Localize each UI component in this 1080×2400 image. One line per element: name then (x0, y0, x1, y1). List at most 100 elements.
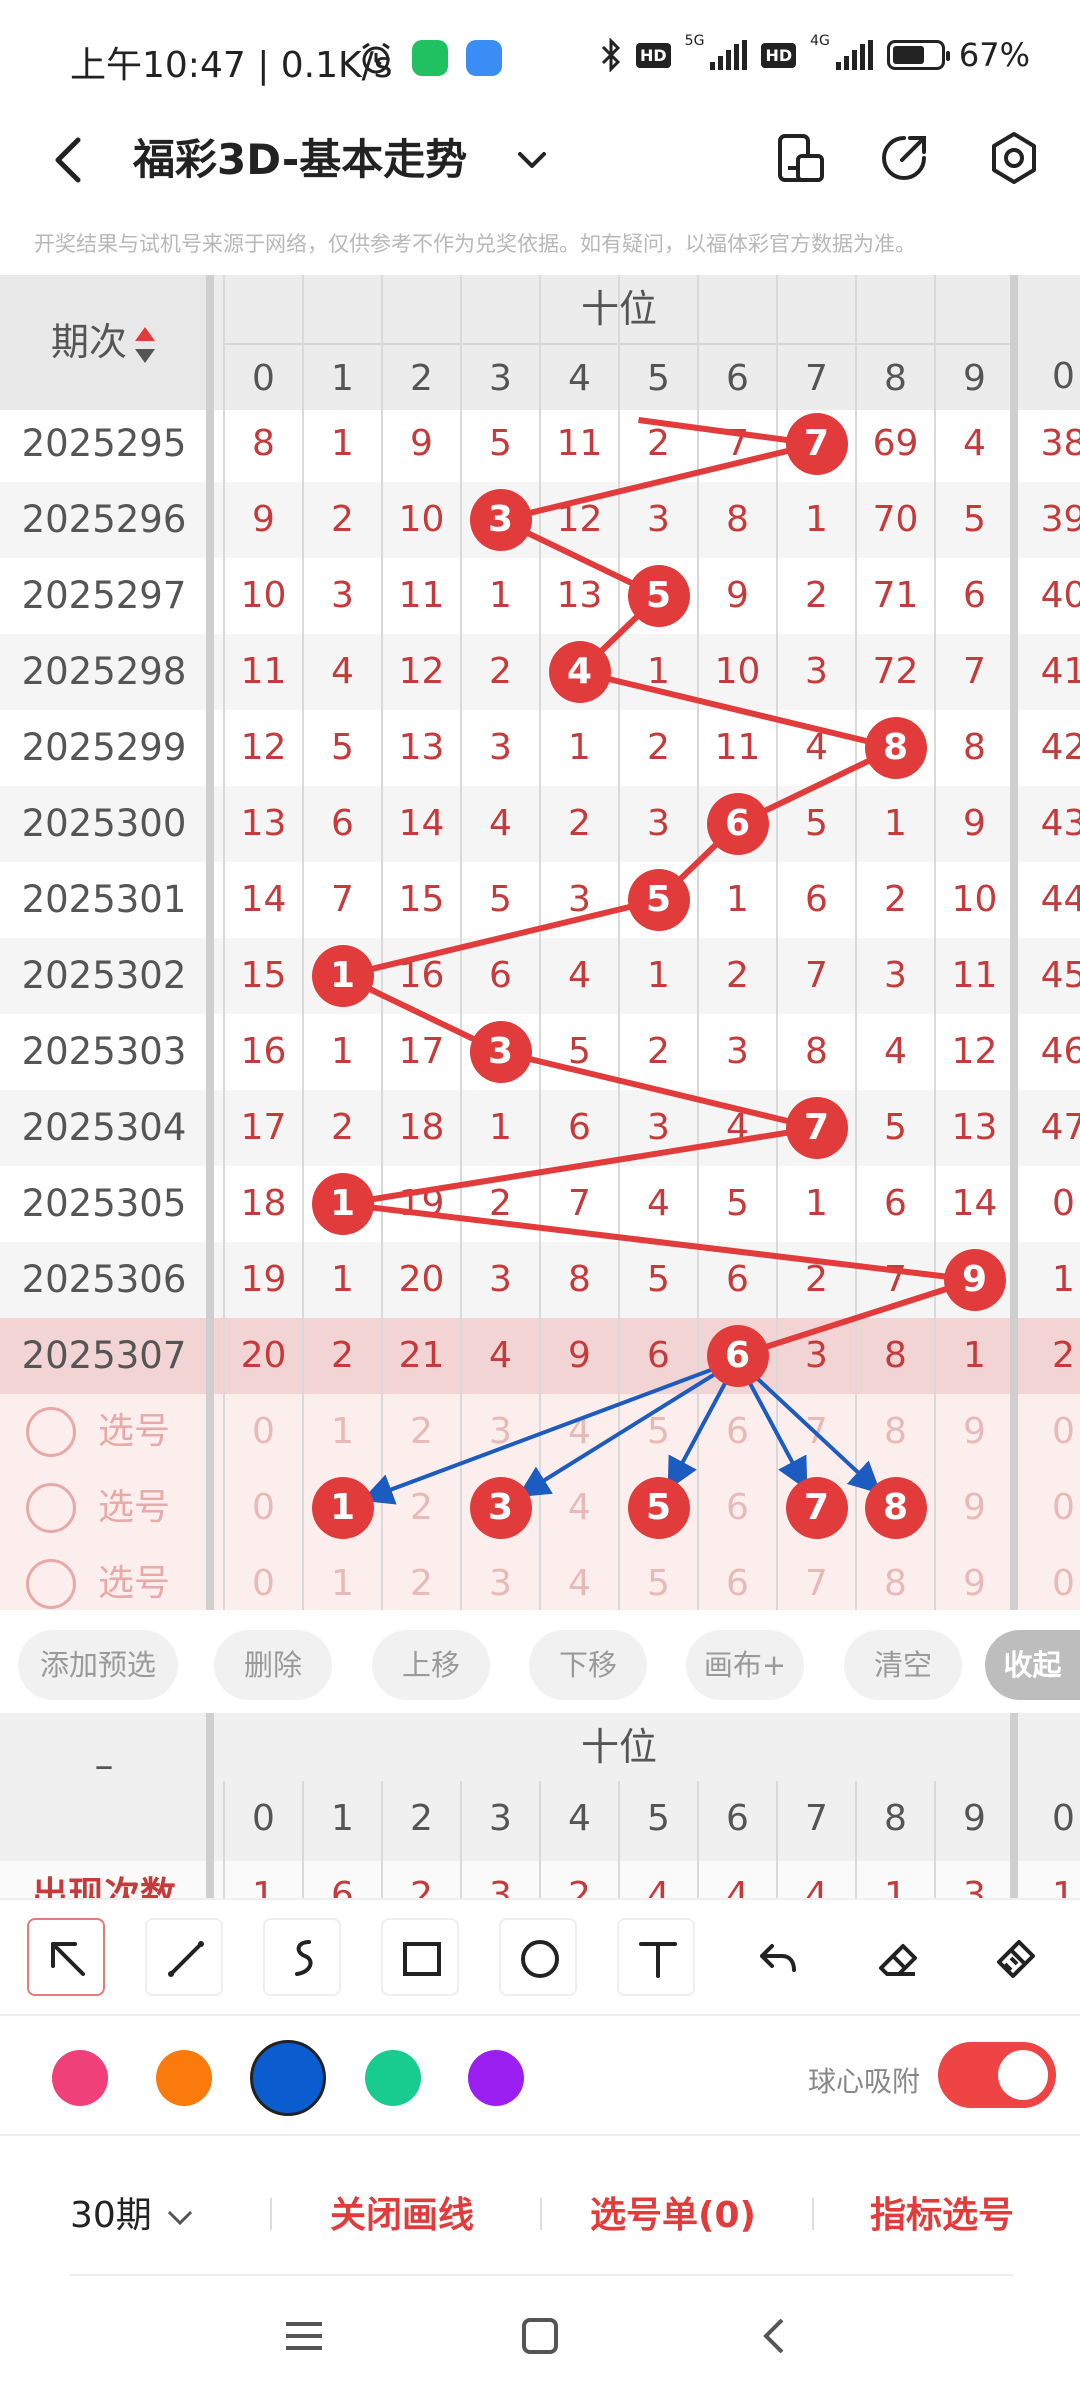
pick-digit[interactable]: 8 (856, 1546, 935, 1610)
text-icon[interactable] (617, 1918, 695, 1996)
picked-ball[interactable]: 5 (627, 1477, 690, 1539)
action-chip[interactable]: 删除 (214, 1630, 332, 1700)
action-chip[interactable]: 画布+ (686, 1630, 804, 1700)
color-swatch-purple[interactable] (468, 2050, 524, 2106)
chevron-down-icon[interactable] (510, 138, 554, 182)
pick-digit[interactable]: 4 (540, 1470, 619, 1546)
pick-digit-next[interactable]: 0 (1024, 1546, 1080, 1610)
pick-digit[interactable]: 7 (777, 1546, 856, 1610)
settings-icon[interactable] (984, 128, 1044, 188)
drawn-ball[interactable]: 5 (627, 869, 690, 931)
drawn-ball[interactable]: 3 (469, 489, 532, 551)
pick-digit[interactable]: 0 (224, 1546, 303, 1610)
drawn-ball[interactable]: 3 (469, 1021, 532, 1083)
drawn-ball[interactable]: 1 (311, 1173, 374, 1235)
miss-count-next: 0 (1052, 1183, 1075, 1224)
appearance-count: 4 (726, 1875, 749, 1898)
frozen-column-separator (206, 275, 214, 1610)
snap-toggle[interactable] (938, 2042, 1056, 2108)
grid-line (460, 275, 462, 1610)
period-selector[interactable]: 30期 (70, 2186, 197, 2238)
undo-icon[interactable] (738, 1918, 816, 1996)
pick-digit[interactable]: 9 (935, 1470, 1014, 1546)
pick-digit[interactable]: 5 (619, 1546, 698, 1610)
pick-digit[interactable]: 8 (856, 1394, 935, 1470)
pick-digit[interactable]: 2 (382, 1394, 461, 1470)
action-chip[interactable]: 下移 (529, 1630, 647, 1700)
share-icon[interactable] (874, 128, 934, 188)
pick-digit[interactable]: 2 (382, 1470, 461, 1546)
picked-ball[interactable]: 8 (864, 1477, 927, 1539)
pick-digit-next[interactable]: 0 (1024, 1394, 1080, 1470)
pick-digit[interactable]: 0 (224, 1470, 303, 1546)
issue-header[interactable]: 期次 (0, 275, 208, 410)
color-swatch-pink[interactable] (52, 2050, 108, 2106)
action-chip[interactable]: 清空 (844, 1630, 962, 1700)
cursor-arrow-icon[interactable] (27, 1918, 105, 1996)
pick-digit[interactable]: 3 (461, 1394, 540, 1470)
pick-digit-next[interactable]: 0 (1024, 1470, 1080, 1546)
miss-count: 13 (240, 803, 287, 844)
pick-digit[interactable]: 9 (935, 1546, 1014, 1610)
drawn-ball[interactable]: 7 (785, 1097, 848, 1159)
eraser-icon[interactable] (857, 1918, 935, 1996)
action-chip[interactable]: 添加预选 (18, 1630, 178, 1700)
circle-icon[interactable] (499, 1918, 577, 1996)
picked-ball[interactable]: 3 (469, 1477, 532, 1539)
picked-ball[interactable]: 1 (311, 1477, 374, 1539)
drawn-ball[interactable]: 6 (706, 793, 769, 855)
miss-count: 3 (489, 727, 512, 768)
freehand-icon[interactable] (263, 1918, 341, 1996)
stats-table: – 十位 0 1 2 3 4 5 6 7 8 9 0 出现次数 1 6 2 3 2 4 4 4 1 3 1 (0, 1713, 1080, 1898)
drawn-ball[interactable]: 4 (548, 641, 611, 703)
miss-count: 7 (568, 1183, 591, 1224)
pick-digit[interactable]: 4 (540, 1546, 619, 1610)
portrait-icon[interactable] (770, 128, 830, 188)
picked-ball[interactable]: 7 (785, 1477, 848, 1539)
drawn-ball[interactable]: 1 (311, 945, 374, 1007)
miss-count: 2 (489, 1183, 512, 1224)
rectangle-icon[interactable] (381, 1918, 459, 1996)
appearance-count: 1 (884, 1875, 907, 1898)
trend-chart[interactable]: 期次 十位 0 1 2 3 4 5 6 7 8 9 0 2025295 8 1 9 5 11 2 7 69 4 38 20252… (0, 275, 1080, 1610)
pick-list-button[interactable]: 选号单(0) (590, 2186, 756, 2238)
pick-checkbox[interactable] (26, 1559, 76, 1609)
pick-digit[interactable]: 4 (540, 1394, 619, 1470)
pick-checkbox[interactable] (26, 1483, 76, 1533)
pick-digit[interactable]: 9 (935, 1394, 1014, 1470)
pick-digit[interactable]: 7 (777, 1394, 856, 1470)
drawn-ball[interactable]: 9 (943, 1249, 1006, 1311)
clear-all-icon[interactable] (975, 1918, 1053, 1996)
drawn-ball[interactable]: 6 (706, 1325, 769, 1387)
action-chip[interactable]: 上移 (372, 1630, 490, 1700)
color-swatch-green[interactable] (365, 2050, 421, 2106)
back-icon[interactable] (40, 130, 100, 190)
miss-count-next: 1 (1052, 1259, 1075, 1300)
collapse-button[interactable]: 收起 (985, 1630, 1080, 1700)
pick-digit[interactable]: 6 (698, 1470, 777, 1546)
indicator-pick-button[interactable]: 指标选号 (870, 2186, 1014, 2238)
page-title[interactable]: 福彩3D-基本走势 (133, 130, 467, 190)
pick-digit[interactable]: 0 (224, 1394, 303, 1470)
menu-icon[interactable] (274, 2306, 334, 2366)
pick-digit[interactable]: 2 (382, 1546, 461, 1610)
home-icon[interactable] (510, 2306, 570, 2366)
miss-count: 15 (398, 879, 445, 920)
pick-digit[interactable]: 3 (461, 1546, 540, 1610)
close-lines-button[interactable]: 关闭画线 (330, 2186, 474, 2238)
pick-checkbox[interactable] (26, 1407, 76, 1457)
line-icon[interactable] (145, 1918, 223, 1996)
pick-digit[interactable]: 6 (698, 1546, 777, 1610)
pick-digit[interactable]: 5 (619, 1394, 698, 1470)
color-swatch-blue[interactable] (250, 2040, 326, 2116)
network-type-2: 4G (810, 33, 830, 49)
pick-digit[interactable]: 6 (698, 1394, 777, 1470)
color-swatch-orange[interactable] (156, 2050, 212, 2106)
miss-count: 2 (489, 651, 512, 692)
drawn-ball[interactable]: 7 (785, 413, 848, 475)
pick-digit[interactable]: 1 (303, 1394, 382, 1470)
drawn-ball[interactable]: 8 (864, 717, 927, 779)
drawn-ball[interactable]: 5 (627, 565, 690, 627)
pick-digit[interactable]: 1 (303, 1546, 382, 1610)
back-nav-icon[interactable] (746, 2306, 806, 2366)
